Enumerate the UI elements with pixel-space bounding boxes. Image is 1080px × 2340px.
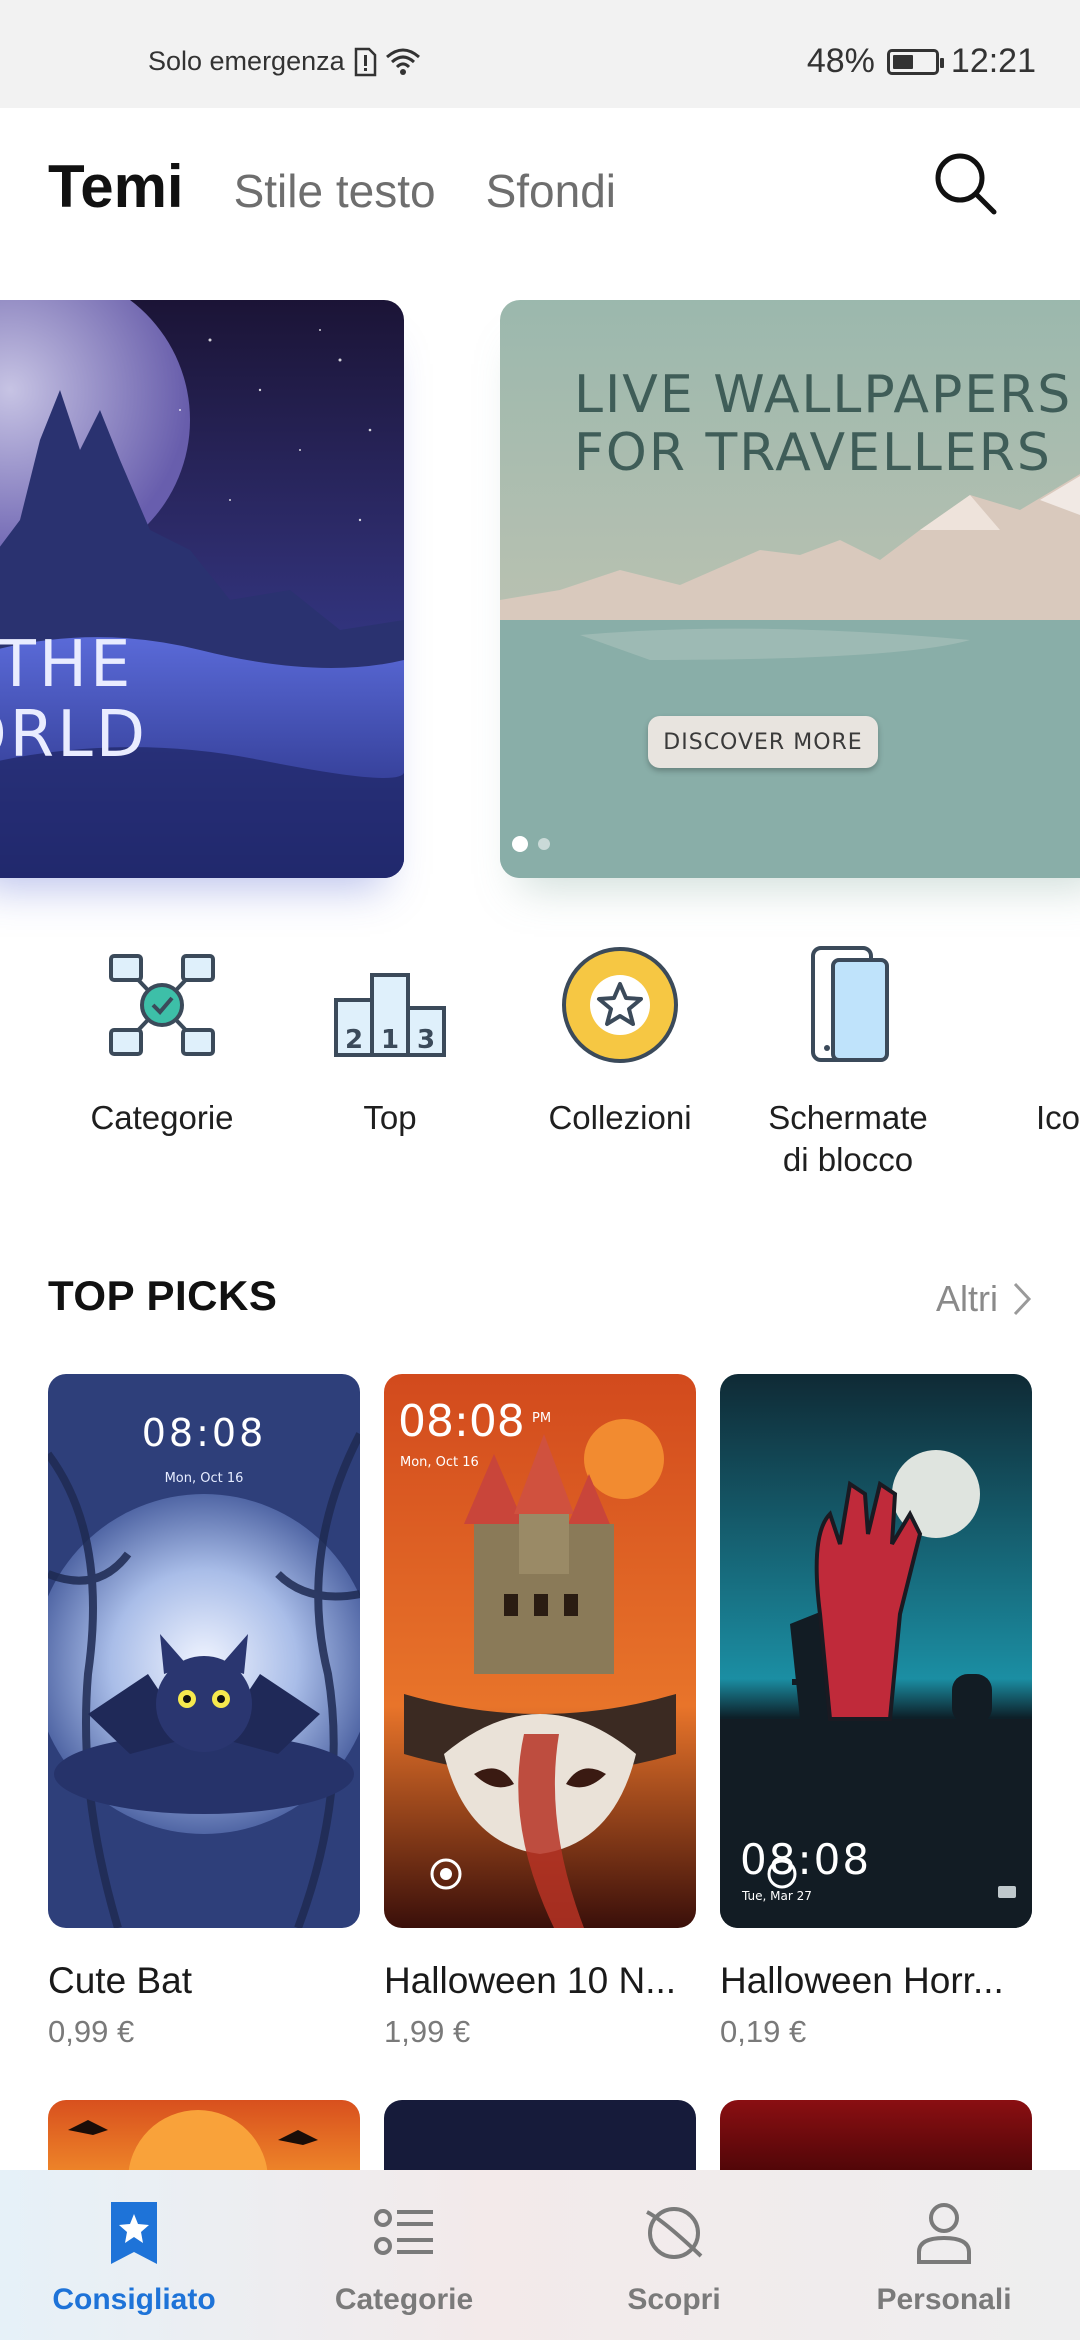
wifi-icon xyxy=(385,48,420,75)
theme-card-halloween-10[interactable]: 08:08 PM Mon, Oct 16 xyxy=(384,1374,696,1928)
discover-more-button[interactable]: DISCOVER MORE xyxy=(648,716,878,768)
status-bar: Solo emergenza 48% 12:21 xyxy=(0,0,1080,108)
theme-card-row2-3[interactable] xyxy=(720,2100,1032,2180)
theme-price-halloween-horror: 0,19 € xyxy=(720,2014,807,2049)
svg-text:1: 1 xyxy=(381,1025,399,1055)
lock-screen-phones-icon xyxy=(811,946,889,1062)
bottom-nav: Consigliato Categorie Scopri Personali xyxy=(0,2170,1080,2340)
section-title: TOP PICKS xyxy=(48,1272,278,1319)
svg-text:2: 2 xyxy=(345,1025,363,1055)
nav-label-personali: Personali xyxy=(876,2283,1012,2316)
quick-label-top: Top xyxy=(363,1099,417,1136)
quick-categories: Categorie 1 2 3 Top Collezioni Schermate… xyxy=(0,940,1080,1200)
nav-scopri[interactable]: Scopri xyxy=(574,2200,774,2317)
theme-title-cute-bat: Cute Bat xyxy=(48,1960,192,2001)
banner-left-line1: O THE xyxy=(0,628,134,702)
quick-item-icone[interactable]: Ico xyxy=(960,940,1080,1139)
card-date: Mon, Oct 16 xyxy=(165,1471,244,1486)
theme-price-cute-bat: 0,99 € xyxy=(48,2014,135,2049)
quick-item-top[interactable]: 1 2 3 Top xyxy=(280,940,500,1139)
banner-live-wallpapers[interactable]: LIVE WALLPAPERS FOR TRAVELLERS DISCOVER M… xyxy=(500,300,1080,878)
categories-network-icon xyxy=(109,954,215,1056)
theme-preview-halloween-10: 08:08 PM Mon, Oct 16 xyxy=(384,1374,696,1928)
quick-label-categorie: Categorie xyxy=(90,1099,234,1136)
card-ampm: PM xyxy=(532,1411,551,1426)
list-icon xyxy=(374,2209,433,2255)
banner-left-line2: WORLD xyxy=(0,698,149,772)
nav-label-scopri: Scopri xyxy=(627,2283,721,2316)
theme-preview-halloween-horror: 08:08 Tue, Mar 27 xyxy=(720,1374,1032,1928)
card-clock: 08:08 xyxy=(398,1396,525,1447)
theme-card-row2-1[interactable] xyxy=(48,2100,360,2180)
person-icon xyxy=(917,2203,971,2264)
banner-headline: LIVE WALLPAPERS FOR TRAVELLERS xyxy=(574,365,1073,483)
nav-label-consigliato: Consigliato xyxy=(52,2283,216,2316)
quick-item-categorie[interactable]: Categorie xyxy=(52,940,272,1139)
quick-item-schermate[interactable]: Schermate di blocco xyxy=(738,940,958,1181)
chevron-right-icon xyxy=(1013,1282,1032,1316)
card-clock: 08:08 xyxy=(142,1411,267,1455)
planet-icon xyxy=(646,2207,703,2259)
theme-card-halloween-horror[interactable]: 08:08 Tue, Mar 27 xyxy=(720,1374,1032,1928)
theme-preview-cute-bat: 08:08 Mon, Oct 16 xyxy=(48,1374,360,1928)
page-dot xyxy=(538,838,550,850)
page-dot-active xyxy=(512,836,528,852)
quick-label-collezioni: Collezioni xyxy=(548,1099,692,1136)
quick-item-collezioni[interactable]: Collezioni xyxy=(510,940,730,1139)
lightbulb-icon xyxy=(1045,940,1080,1070)
more-label: Altri xyxy=(936,1278,998,1319)
theme-preview-row2-1 xyxy=(68,2110,318,2180)
nav-consigliato[interactable]: Consigliato xyxy=(34,2200,234,2317)
theme-title-halloween-10: Halloween 10 N... xyxy=(384,1960,677,2001)
banner-page-indicator xyxy=(512,836,550,852)
nav-label-categorie: Categorie xyxy=(334,2283,474,2316)
tab-stile-testo[interactable]: Stile testo xyxy=(234,164,436,218)
star-badge-icon xyxy=(562,947,678,1063)
nav-personali[interactable]: Personali xyxy=(844,2200,1044,2317)
theme-title-halloween-horror: Halloween Horr... xyxy=(720,1960,1004,2001)
battery-icon xyxy=(886,48,944,75)
sim-alert-icon xyxy=(354,47,376,76)
card-clock: 08:08 xyxy=(740,1835,871,1884)
tab-temi[interactable]: Temi xyxy=(48,152,184,221)
clock-time: 12:21 xyxy=(950,42,1036,80)
theme-price-halloween-10: 1,99 € xyxy=(384,2014,471,2049)
quick-label-icone: Ico xyxy=(1036,1099,1080,1136)
tab-sfondi[interactable]: Sfondi xyxy=(486,164,616,218)
battery-percent: 48% xyxy=(806,42,875,80)
quick-label-schermate: Schermate di blocco xyxy=(768,1099,928,1178)
search-icon[interactable] xyxy=(930,148,1000,218)
podium-ranking-icon: 1 2 3 xyxy=(334,973,446,1057)
header-tabs: Temi Stile testo Sfondi xyxy=(48,152,616,221)
nav-categorie[interactable]: Categorie xyxy=(304,2200,504,2317)
theme-card-cute-bat[interactable]: 08:08 Mon, Oct 16 xyxy=(48,1374,360,1928)
more-link[interactable]: Altri xyxy=(936,1278,1032,1320)
card-date: Mon, Oct 16 xyxy=(400,1455,479,1470)
star-bookmark-icon xyxy=(111,2202,157,2264)
banner-fantasy-image xyxy=(0,300,404,878)
card-date: Tue, Mar 27 xyxy=(741,1889,812,1903)
carrier-text: Solo emergenza xyxy=(148,46,345,76)
svg-text:3: 3 xyxy=(417,1025,435,1055)
banner-fantasy-world[interactable]: O THE WORLD xyxy=(0,300,404,878)
theme-card-row2-2[interactable] xyxy=(384,2100,696,2180)
